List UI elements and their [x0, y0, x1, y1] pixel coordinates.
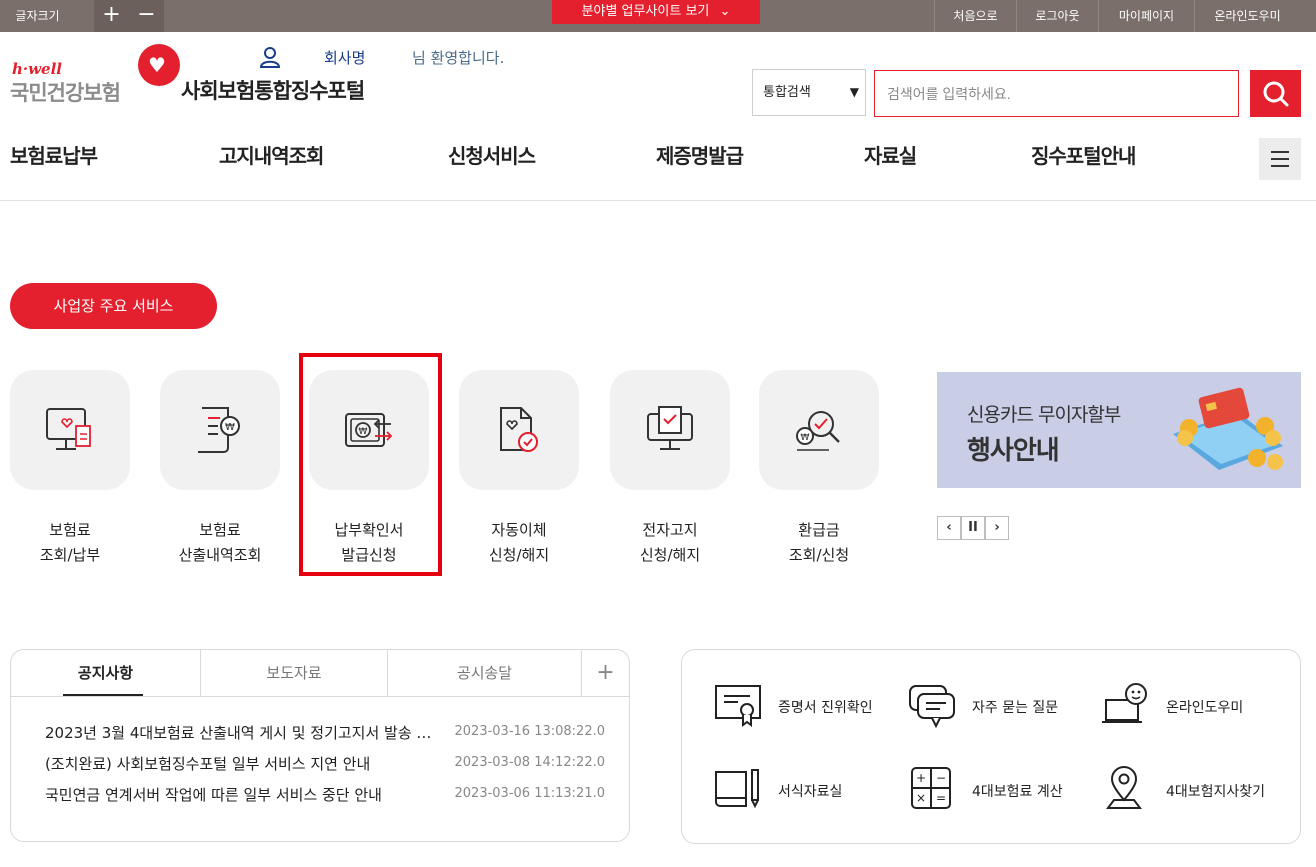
service-label-line2: 조회/납부: [39, 546, 101, 564]
search-scope-value: 통합검색: [763, 85, 811, 100]
event-banner[interactable]: 신용카드 무이자할부 행사안내: [937, 372, 1301, 488]
svg-text:=: =: [936, 791, 946, 805]
banner-pause-button[interactable]: II: [961, 516, 985, 540]
business-services-title: 사업장 주요 서비스: [10, 283, 217, 329]
search-icon: [1263, 81, 1289, 107]
search-won-icon: ₩: [796, 411, 840, 451]
banner-prev-button[interactable]: ‹: [937, 516, 961, 540]
search-button[interactable]: [1250, 70, 1301, 117]
service-auto-transfer[interactable]: 자동이체 신청/해지: [459, 370, 579, 564]
portal-title[interactable]: 사회보험통합징수포털: [181, 75, 365, 105]
search-input[interactable]: [874, 70, 1239, 117]
service-label-line1: 자동이체: [491, 521, 547, 539]
quick-link-label: 서식자료실: [778, 784, 843, 800]
search-scope-select[interactable]: 통합검색 ▼: [752, 69, 866, 116]
nhis-logo[interactable]: ♥ h·well 국민건강보험: [10, 44, 180, 105]
banner-next-button[interactable]: ›: [985, 516, 1009, 540]
notice-row[interactable]: (조치완료) 사회보험징수포털 일부 서비스 지연 안내 2023-03-08 …: [45, 753, 605, 775]
nav-premium-payment[interactable]: 보험료납부: [10, 140, 98, 169]
monitor-receipt-icon: [46, 408, 91, 450]
svg-text:×: ×: [916, 791, 926, 805]
home-link[interactable]: 처음으로: [934, 0, 1016, 32]
quick-link-label: 자주 묻는 질문: [972, 700, 1059, 716]
document-won-icon: ₩: [198, 407, 240, 453]
service-label-line2: 신청/해지: [488, 546, 550, 564]
font-increase-button[interactable]: +: [94, 0, 129, 32]
nav-resources[interactable]: 자료실: [864, 140, 917, 169]
more-button[interactable]: +: [581, 650, 629, 696]
nav-divider: [0, 200, 1316, 201]
notice-title: (조치완료) 사회보험징수포털 일부 서비스 지연 안내: [45, 755, 371, 773]
user-icon: [259, 47, 281, 68]
top-utility-bar: 글자크기 + − 분야별 업무사이트 보기 ⌄ 처음으로 로그아웃 마이페이지 …: [0, 0, 1316, 32]
service-label-line1: 보험료: [49, 521, 91, 539]
service-electronic-notice[interactable]: 전자고지 신청/해지: [610, 370, 730, 564]
banner-line1: 신용카드 무이자할부: [967, 404, 1121, 426]
notice-title: 2023년 3월 4대보험료 산출내역 게시 및 정기고지서 발송 안내: [45, 724, 440, 742]
tab-press-releases[interactable]: 보도자료: [200, 650, 387, 696]
svg-text:−: −: [936, 771, 946, 785]
chat-bubble-icon: [909, 685, 955, 728]
nav-application-service[interactable]: 신청서비스: [448, 140, 536, 169]
helper-laptop-icon: [1102, 683, 1147, 723]
location-pin-icon: [1106, 766, 1142, 809]
certificate-icon: [715, 685, 761, 727]
nav-notice-inquiry[interactable]: 고지내역조회: [219, 140, 324, 169]
nav-portal-guide[interactable]: 징수포털안내: [1031, 140, 1136, 169]
notice-date: 2023-03-16 13:08:22.0: [454, 724, 605, 739]
service-label-line1: 전자고지: [642, 521, 698, 539]
hamburger-menu-button[interactable]: [1259, 138, 1301, 180]
service-refund[interactable]: ₩ 환급금 조회/신청: [759, 370, 879, 564]
quick-link-label: 온라인도우미: [1166, 700, 1244, 716]
logo-tag: h·well: [12, 60, 62, 78]
online-helper-link[interactable]: 온라인도우미: [1194, 0, 1300, 32]
service-premium-inquiry[interactable]: 보험료 조회/납부: [10, 370, 130, 564]
service-label-line1: 환급금: [798, 521, 840, 539]
notice-row[interactable]: 2023년 3월 4대보험료 산출내역 게시 및 정기고지서 발송 안내 202…: [45, 722, 605, 744]
notice-date: 2023-03-08 14:12:22.0: [454, 755, 605, 770]
tab-notices[interactable]: 공지사항: [11, 650, 200, 696]
quick-links-panel: 증명서 진위확인 자주 묻는 질문 온라인도우미 서식자료실 + − × = 4…: [681, 649, 1301, 844]
company-name: 회사명: [324, 49, 366, 67]
banner-line2: 행사안내: [967, 436, 1060, 466]
service-label-line1: 보험료: [199, 521, 241, 539]
calculator-icon: + − × =: [911, 767, 951, 809]
svg-text:₩: ₩: [225, 422, 235, 433]
quick-link-label: 4대보험지사찾기: [1166, 784, 1266, 800]
service-label-line2: 조회/신청: [788, 546, 850, 564]
document-check-icon: [500, 407, 538, 452]
chevron-down-icon: ⌄: [719, 4, 731, 19]
quick-link-label: 증명서 진위확인: [778, 700, 873, 716]
notice-date: 2023-03-06 11:13:21.0: [454, 786, 605, 801]
chevron-down-icon: ▼: [849, 85, 859, 99]
tab-public-service[interactable]: 공시송달: [387, 650, 581, 696]
mypage-link[interactable]: 마이페이지: [1098, 0, 1194, 32]
quick-link-label: 4대보험료 계산: [972, 784, 1063, 800]
notice-tabs: 공지사항 보도자료 공시송달 +: [11, 650, 629, 697]
font-decrease-button[interactable]: −: [129, 0, 164, 32]
site-select-label: 분야별 업무사이트 보기: [581, 4, 710, 19]
heart-logo-icon: ♥: [138, 44, 180, 86]
service-label-line2: 신청/해지: [639, 546, 701, 564]
active-tab-indicator: [63, 694, 143, 696]
font-size-label: 글자크기: [15, 9, 60, 23]
logo-text: 국민건강보험: [10, 81, 121, 105]
service-label-line2: 산출내역조회: [178, 546, 262, 564]
menu-icon: [1271, 151, 1289, 153]
book-pen-icon: [715, 769, 759, 809]
notice-title: 국민연금 연계서버 작업에 따른 일부 서비스 중단 안내: [45, 786, 382, 804]
computer-notice-icon: [647, 406, 693, 450]
welcome-text: 님 환영합니다.: [412, 49, 505, 67]
logout-link[interactable]: 로그아웃: [1016, 0, 1098, 32]
credit-card-phone-illustration: [1173, 387, 1283, 470]
notice-panel: 공지사항 보도자료 공시송달 +: [10, 649, 630, 842]
site-select-button[interactable]: 분야별 업무사이트 보기 ⌄: [552, 0, 760, 24]
highlight-box: [299, 353, 442, 576]
service-premium-calculation[interactable]: ₩ 보험료 산출내역조회: [160, 370, 280, 564]
nav-certificate-issue[interactable]: 제증명발급: [656, 140, 744, 169]
notice-row[interactable]: 국민연금 연계서버 작업에 따른 일부 서비스 중단 안내 2023-03-06…: [45, 784, 605, 806]
svg-text:₩: ₩: [801, 433, 810, 443]
svg-text:+: +: [916, 771, 926, 785]
